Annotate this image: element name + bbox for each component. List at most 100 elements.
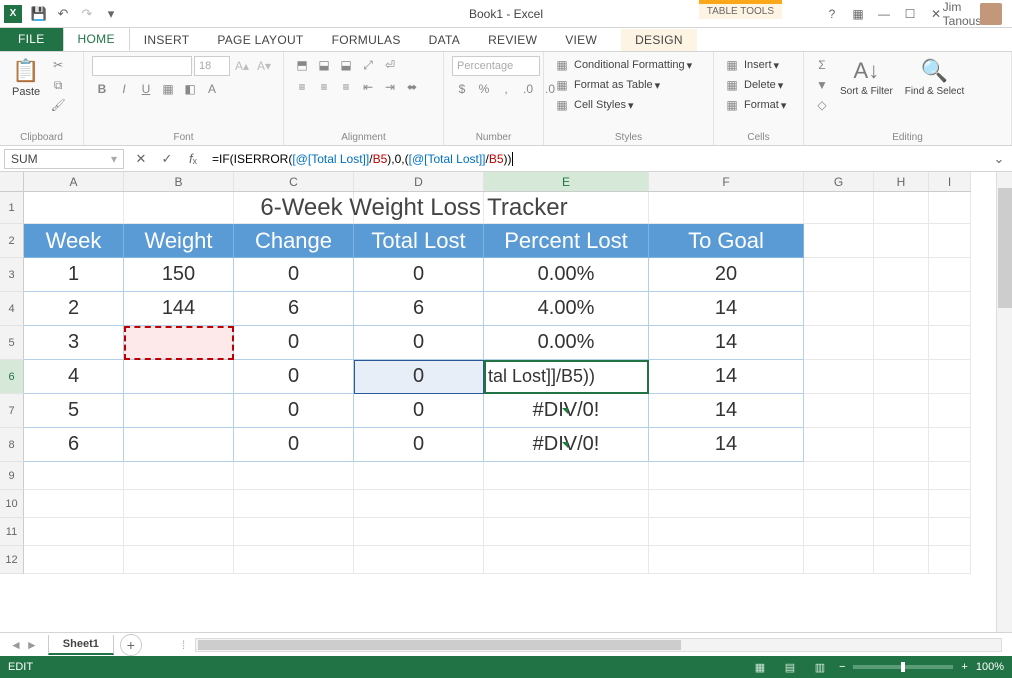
cell-E12[interactable] — [484, 546, 649, 574]
cell-B12[interactable] — [124, 546, 234, 574]
fill-color-icon[interactable]: ◧ — [180, 80, 200, 98]
cell-C2[interactable]: Change — [234, 224, 354, 258]
cell-I12[interactable] — [929, 546, 971, 574]
cell-E10[interactable] — [484, 490, 649, 518]
cell-E8[interactable]: #DIV/0! — [484, 428, 649, 462]
tab-formulas[interactable]: FORMULAS — [318, 29, 415, 51]
cell-I3[interactable] — [929, 258, 971, 292]
cell-E3[interactable]: 0.00% — [484, 258, 649, 292]
tab-data[interactable]: DATA — [415, 29, 474, 51]
tab-review[interactable]: REVIEW — [474, 29, 551, 51]
cell-H8[interactable] — [874, 428, 929, 462]
cell-G5[interactable] — [804, 326, 874, 360]
cell-C4[interactable]: 6 — [234, 292, 354, 326]
cell-E11[interactable] — [484, 518, 649, 546]
cell-H10[interactable] — [874, 490, 929, 518]
help-icon[interactable]: ? — [820, 2, 844, 26]
align-left-icon[interactable]: ≡ — [292, 78, 312, 96]
cell-G3[interactable] — [804, 258, 874, 292]
cell-D7[interactable]: 0 — [354, 394, 484, 428]
row-header-5[interactable]: 5 — [0, 326, 24, 360]
enter-formula-icon[interactable]: ✓ — [154, 148, 180, 170]
cell-H1[interactable] — [874, 192, 929, 224]
cell-B11[interactable] — [124, 518, 234, 546]
cell-D12[interactable] — [354, 546, 484, 574]
cell-B8[interactable] — [124, 428, 234, 462]
align-right-icon[interactable]: ≡ — [336, 78, 356, 96]
cancel-formula-icon[interactable]: ✕ — [128, 148, 154, 170]
page-layout-view-icon[interactable]: ▤ — [779, 659, 801, 675]
cell-A2[interactable]: Week — [24, 224, 124, 258]
column-header-H[interactable]: H — [874, 172, 929, 191]
merge-icon[interactable]: ⬌ — [402, 78, 422, 96]
row-header-4[interactable]: 4 — [0, 292, 24, 326]
row-header-7[interactable]: 7 — [0, 394, 24, 428]
cell-G10[interactable] — [804, 490, 874, 518]
cell-H2[interactable] — [874, 224, 929, 258]
cell-A3[interactable]: 1 — [24, 258, 124, 292]
cell-C12[interactable] — [234, 546, 354, 574]
cell-I4[interactable] — [929, 292, 971, 326]
name-box[interactable]: SUM▾ — [4, 149, 124, 169]
italic-icon[interactable]: I — [114, 80, 134, 98]
cut-icon[interactable]: ✂ — [48, 56, 68, 74]
cell-B9[interactable] — [124, 462, 234, 490]
cell-A7[interactable]: 5 — [24, 394, 124, 428]
row-header-3[interactable]: 3 — [0, 258, 24, 292]
comma-icon[interactable]: , — [496, 80, 516, 98]
cell-B10[interactable] — [124, 490, 234, 518]
cell-C5[interactable]: 0 — [234, 326, 354, 360]
find-select-button[interactable]: 🔍 Find & Select — [901, 56, 968, 99]
tab-home[interactable]: HOME — [63, 27, 130, 51]
cell-D2[interactable]: Total Lost — [354, 224, 484, 258]
cell-G6[interactable] — [804, 360, 874, 394]
cell-G1[interactable] — [804, 192, 874, 224]
cell-C8[interactable]: 0 — [234, 428, 354, 462]
cell-E7[interactable]: #DIV/0! — [484, 394, 649, 428]
row-header-10[interactable]: 10 — [0, 490, 24, 518]
increase-decimal-icon[interactable]: .0 — [518, 80, 538, 98]
user-name[interactable]: Jim Tanous — [950, 2, 974, 26]
cell-D3[interactable]: 0 — [354, 258, 484, 292]
column-header-D[interactable]: D — [354, 172, 484, 191]
tab-file[interactable]: FILE — [0, 27, 63, 51]
column-header-C[interactable]: C — [234, 172, 354, 191]
cell-F7[interactable]: 14 — [649, 394, 804, 428]
zoom-in-icon[interactable]: + — [961, 661, 967, 673]
cell-G9[interactable] — [804, 462, 874, 490]
number-format-combo[interactable]: Percentage — [452, 56, 540, 76]
cell-H9[interactable] — [874, 462, 929, 490]
cell-I7[interactable] — [929, 394, 971, 428]
cell-A4[interactable]: 2 — [24, 292, 124, 326]
cell-E4[interactable]: 4.00% — [484, 292, 649, 326]
cell-C6[interactable]: 0 — [234, 360, 354, 394]
sheet-nav-prev-icon[interactable]: ◄ — [10, 638, 22, 652]
cell-B5[interactable] — [124, 326, 234, 360]
cell-C9[interactable] — [234, 462, 354, 490]
column-header-I[interactable]: I — [929, 172, 971, 191]
format-painter-icon[interactable]: 🖌 — [48, 96, 68, 114]
cell-H3[interactable] — [874, 258, 929, 292]
user-avatar[interactable] — [980, 3, 1002, 25]
increase-indent-icon[interactable]: ⇥ — [380, 78, 400, 96]
cell-H12[interactable] — [874, 546, 929, 574]
cell-E5[interactable]: 0.00% — [484, 326, 649, 360]
maximize-icon[interactable]: ☐ — [898, 2, 922, 26]
cell-A11[interactable] — [24, 518, 124, 546]
border-icon[interactable]: ▦ — [158, 80, 178, 98]
cell-A5[interactable]: 3 — [24, 326, 124, 360]
cell-B2[interactable]: Weight — [124, 224, 234, 258]
tab-pagelayout[interactable]: PAGE LAYOUT — [203, 29, 317, 51]
paste-button[interactable]: 📋 Paste — [8, 56, 44, 100]
cell-I1[interactable] — [929, 192, 971, 224]
minimize-icon[interactable]: — — [872, 2, 896, 26]
zoom-level[interactable]: 100% — [976, 661, 1004, 673]
insert-cells-button[interactable]: ▦Insert▾ — [722, 56, 779, 74]
align-bottom-icon[interactable]: ⬓ — [336, 56, 356, 74]
cell-I10[interactable] — [929, 490, 971, 518]
column-header-B[interactable]: B — [124, 172, 234, 191]
cell-H11[interactable] — [874, 518, 929, 546]
cell-G4[interactable] — [804, 292, 874, 326]
clear-icon[interactable]: ◇ — [812, 96, 832, 114]
decrease-font-icon[interactable]: A▾ — [254, 57, 274, 75]
